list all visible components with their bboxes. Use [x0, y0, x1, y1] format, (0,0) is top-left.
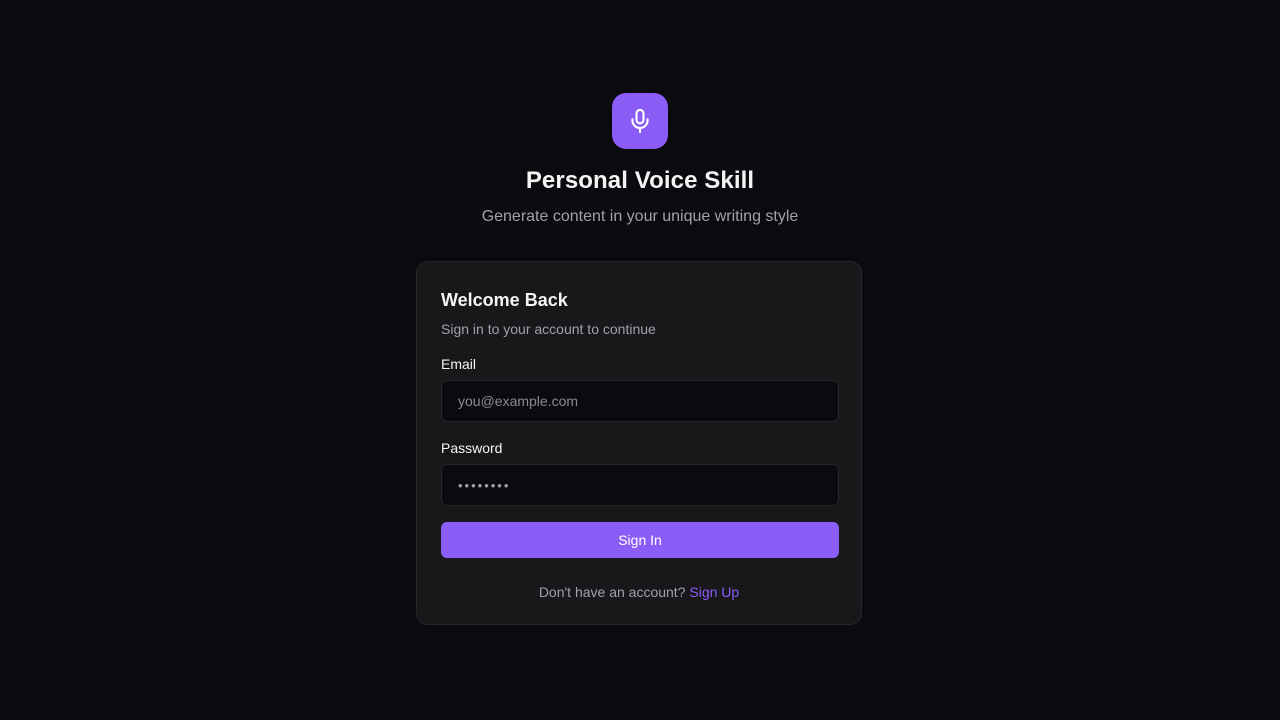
card-title: Welcome Back: [441, 290, 568, 310]
microphone-icon: [631, 108, 649, 134]
login-card: Welcome Back Sign in to your account to …: [416, 261, 862, 625]
email-label: Email: [441, 356, 477, 372]
email-input[interactable]: [441, 380, 839, 422]
app-title: Personal Voice Skill: [525, 167, 755, 194]
password-label: Password: [441, 440, 503, 456]
app-subtitle: Generate content in your unique writing …: [481, 208, 799, 225]
password-input[interactable]: [441, 464, 839, 506]
sign-in-button[interactable]: Sign In: [441, 522, 839, 558]
card-subtitle: Sign in to your account to continue: [441, 321, 656, 337]
login-page: Personal Voice Skill Generate content in…: [0, 0, 1280, 720]
signup-prompt: Don't have an account?: [538, 584, 686, 600]
app-logo: [612, 93, 668, 149]
sign-up-link[interactable]: Sign Up: [689, 584, 739, 600]
signup-row: Don't have an account? Sign Up: [417, 583, 861, 601]
